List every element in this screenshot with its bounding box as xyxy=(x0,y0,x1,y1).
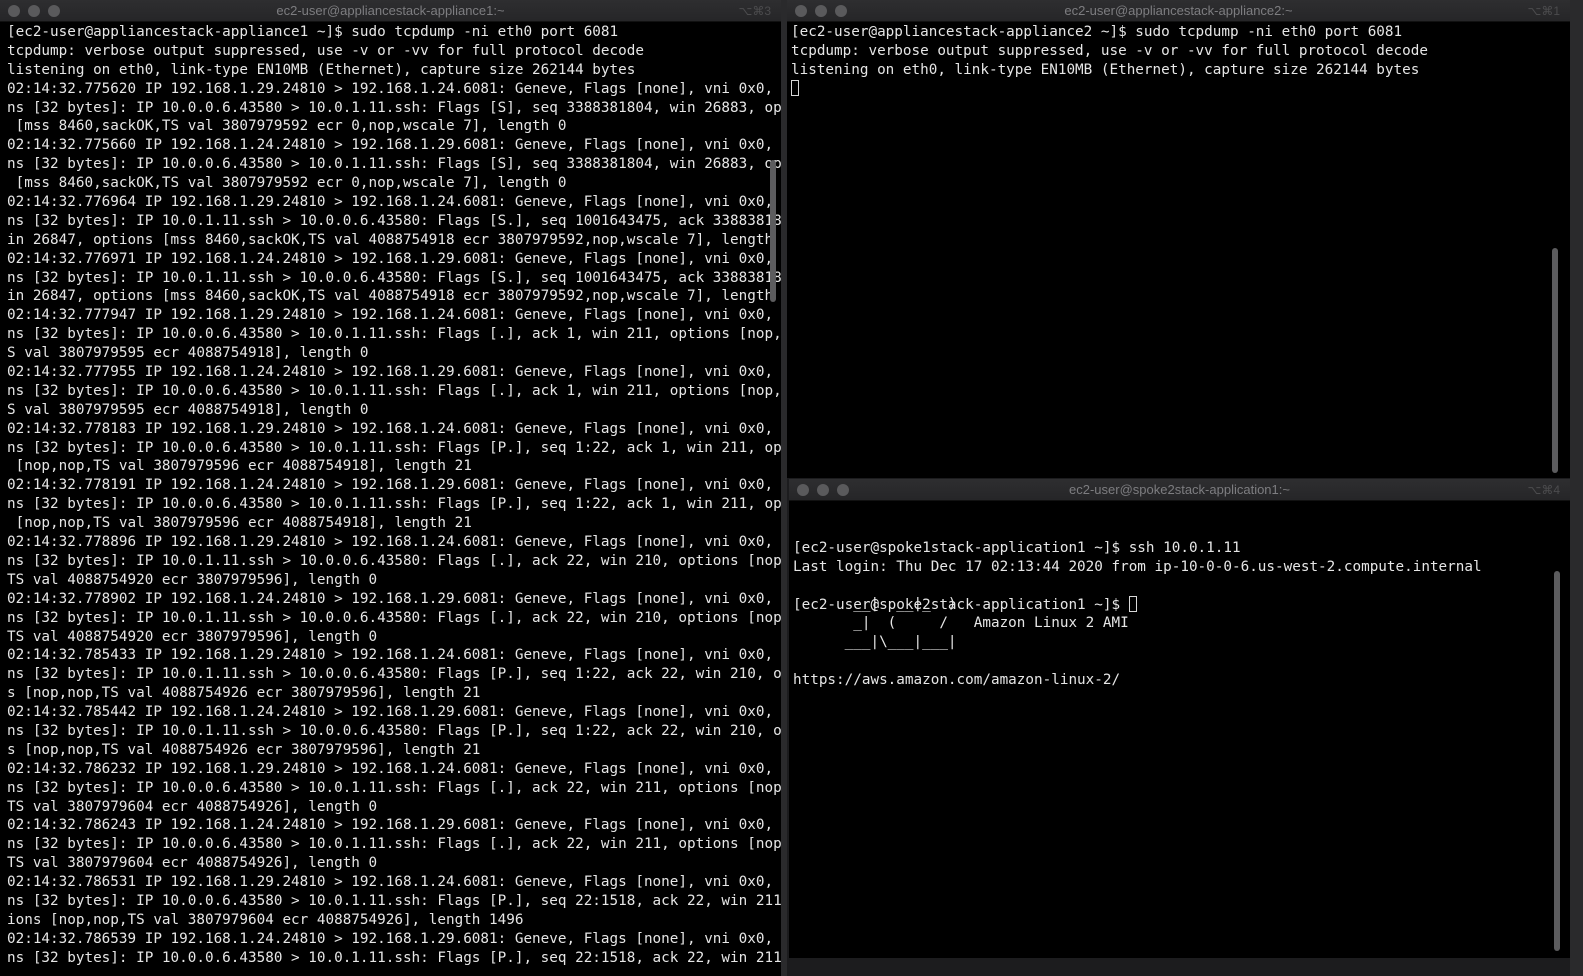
terminal-line: ns [32 bytes]: IP 10.0.1.11.ssh > 10.0.0… xyxy=(7,609,781,626)
terminal-line: 02:14:32.775620 IP 192.168.1.29.24810 > … xyxy=(7,80,781,97)
terminal-line: ns [32 bytes]: IP 10.0.1.11.ssh > 10.0.0… xyxy=(7,722,781,739)
terminal-output[interactable]: [ec2-user@appliancestack-appliance2 ~]$ … xyxy=(791,23,1428,99)
terminal-line: ___|\___|___| xyxy=(793,634,957,651)
terminal-line: [nop,nop,TS val 3807979596 ecr 408875491… xyxy=(7,458,472,475)
terminal-line: ns [32 bytes]: IP 10.0.0.6.43580 > 10.0.… xyxy=(7,156,781,173)
terminal-line: ns [32 bytes]: IP 10.0.0.6.43580 > 10.0.… xyxy=(7,496,781,513)
terminal-window-appliance2[interactable]: ec2-user@appliancestack-appliance2:~ ⌥⌘1… xyxy=(787,0,1570,478)
scrollbar-thumb[interactable] xyxy=(770,160,776,302)
terminal-window-appliance1[interactable]: ec2-user@appliancestack-appliance1:~ ⌥⌘3… xyxy=(0,0,781,976)
window-titlebar[interactable]: ec2-user@appliancestack-appliance1:~ ⌥⌘3 xyxy=(0,0,781,22)
terminal-output[interactable]: [ec2-user@spoke1stack-application1 ~]$ s… xyxy=(793,501,1482,688)
shell-prompt: [ec2-user@spoke2stack-application1 ~]$ xyxy=(793,596,1129,613)
terminal-line: S val 3807979595 ecr 4088754918], length… xyxy=(7,345,369,362)
terminal-line: 02:14:32.778191 IP 192.168.1.24.24810 > … xyxy=(7,477,781,494)
terminal-line: https://aws.amazon.com/amazon-linux-2/ xyxy=(793,672,1121,689)
terminal-line: tcpdump: verbose output suppressed, use … xyxy=(7,42,644,59)
terminal-line: 02:14:32.776971 IP 192.168.1.24.24810 > … xyxy=(7,250,781,267)
terminal-line: [mss 8460,sackOK,TS val 3807979592 ecr 0… xyxy=(7,175,567,192)
terminal-line: s [nop,nop,TS val 4088754926 ecr 3807979… xyxy=(7,685,481,702)
terminal-line: [ec2-user@spoke1stack-application1 ~]$ s… xyxy=(793,539,1241,556)
terminal-output[interactable]: [ec2-user@appliancestack-appliance1 ~]$ … xyxy=(7,23,781,968)
terminal-line: 02:14:32.785433 IP 192.168.1.29.24810 > … xyxy=(7,647,781,664)
terminal-line: 02:14:32.786232 IP 192.168.1.29.24810 > … xyxy=(7,760,781,777)
pane-divider-horizontal[interactable] xyxy=(787,958,1570,976)
terminal-line: 02:14:32.778183 IP 192.168.1.29.24810 > … xyxy=(7,420,781,437)
terminal-line: S val 3807979595 ecr 4088754918], length… xyxy=(7,401,369,418)
terminal-line: 02:14:32.785442 IP 192.168.1.24.24810 > … xyxy=(7,704,781,721)
terminal-line: TS val 3807979604 ecr 4088754926], lengt… xyxy=(7,855,378,872)
scrollbar-thumb[interactable] xyxy=(1552,248,1558,473)
terminal-line: 02:14:32.777955 IP 192.168.1.24.24810 > … xyxy=(7,364,781,381)
terminal-line: [ec2-user@appliancestack-appliance1 ~]$ … xyxy=(7,24,619,40)
terminal-window-application1[interactable]: ec2-user@spoke2stack-application1:~ ⌥⌘4 … xyxy=(789,479,1570,958)
terminal-line: ns [32 bytes]: IP 10.0.0.6.43580 > 10.0.… xyxy=(7,326,781,343)
terminal-line: s [nop,nop,TS val 4088754926 ecr 3807979… xyxy=(7,741,481,758)
terminal-line: 02:14:32.786539 IP 192.168.1.24.24810 > … xyxy=(7,930,781,947)
terminal-line: TS val 4088754920 ecr 3807979596], lengt… xyxy=(7,628,378,645)
window-shortcut: ⌥⌘1 xyxy=(1527,4,1560,18)
terminal-line: TS val 4088754920 ecr 3807979596], lengt… xyxy=(7,571,378,588)
window-shortcut: ⌥⌘4 xyxy=(1527,483,1560,497)
terminal-line: tcpdump: verbose output suppressed, use … xyxy=(791,42,1428,59)
right-edge-strip xyxy=(1570,0,1583,976)
text-cursor xyxy=(791,79,799,96)
terminal-prompt-line[interactable]: [ec2-user@spoke2stack-application1 ~]$ xyxy=(793,595,1482,615)
terminal-line: Last login: Thu Dec 17 02:13:44 2020 fro… xyxy=(793,558,1482,575)
window-title: ec2-user@spoke2stack-application1:~ xyxy=(1069,482,1290,497)
terminal-line: listening on eth0, link-type EN10MB (Eth… xyxy=(791,61,1420,78)
terminal-line: ns [32 bytes]: IP 10.0.0.6.43580 > 10.0.… xyxy=(7,99,781,116)
terminal-line: ns [32 bytes]: IP 10.0.0.6.43580 > 10.0.… xyxy=(7,892,781,909)
terminal-line: ns [32 bytes]: IP 10.0.1.11.ssh > 10.0.0… xyxy=(7,666,781,683)
terminal-line: in 26847, options [mss 8460,sackOK,TS va… xyxy=(7,231,781,248)
terminal-line: 02:14:32.778896 IP 192.168.1.29.24810 > … xyxy=(7,534,781,551)
terminal-line: 02:14:32.786531 IP 192.168.1.29.24810 > … xyxy=(7,874,781,891)
terminal-line: ns [32 bytes]: IP 10.0.0.6.43580 > 10.0.… xyxy=(7,949,781,966)
terminal-line: ns [32 bytes]: IP 10.0.0.6.43580 > 10.0.… xyxy=(7,836,781,853)
terminal-line: 02:14:32.776964 IP 192.168.1.29.24810 > … xyxy=(7,194,781,211)
terminal-line: 02:14:32.777947 IP 192.168.1.29.24810 > … xyxy=(7,307,781,324)
text-cursor xyxy=(1128,595,1137,612)
terminal-line: in 26847, options [mss 8460,sackOK,TS va… xyxy=(7,288,781,305)
terminal-line: [ec2-user@appliancestack-appliance2 ~]$ … xyxy=(791,24,1403,40)
terminal-line: 02:14:32.778902 IP 192.168.1.24.24810 > … xyxy=(7,590,781,607)
terminal-line: ions [nop,nop,TS val 3807979604 ecr 4088… xyxy=(7,911,524,928)
terminal-line: 02:14:32.786243 IP 192.168.1.24.24810 > … xyxy=(7,817,781,834)
terminal-lines: [ec2-user@spoke1stack-application1 ~]$ s… xyxy=(793,539,1482,688)
terminal-line: [nop,nop,TS val 3807979596 ecr 408875491… xyxy=(7,515,472,532)
terminal-prompt-line[interactable] xyxy=(791,79,1428,99)
terminal-line: ns [32 bytes]: IP 10.0.1.11.ssh > 10.0.0… xyxy=(7,212,781,229)
terminal-line: TS val 3807979604 ecr 4088754926], lengt… xyxy=(7,798,378,815)
terminal-line: ns [32 bytes]: IP 10.0.1.11.ssh > 10.0.0… xyxy=(7,552,781,569)
window-titlebar[interactable]: ec2-user@appliancestack-appliance2:~ ⌥⌘1 xyxy=(787,0,1570,22)
window-shortcut: ⌥⌘3 xyxy=(738,4,771,18)
terminal-line: ns [32 bytes]: IP 10.0.0.6.43580 > 10.0.… xyxy=(7,382,781,399)
window-titlebar[interactable]: ec2-user@spoke2stack-application1:~ ⌥⌘4 xyxy=(789,479,1570,501)
window-title: ec2-user@appliancestack-appliance1:~ xyxy=(276,3,505,18)
window-title: ec2-user@appliancestack-appliance2:~ xyxy=(1064,3,1293,18)
terminal-line: listening on eth0, link-type EN10MB (Eth… xyxy=(7,61,636,78)
terminal-line: 02:14:32.775660 IP 192.168.1.24.24810 > … xyxy=(7,137,781,154)
terminal-line: [mss 8460,sackOK,TS val 3807979592 ecr 0… xyxy=(7,118,567,135)
terminal-line: ns [32 bytes]: IP 10.0.0.6.43580 > 10.0.… xyxy=(7,779,781,796)
scrollbar-thumb[interactable] xyxy=(1554,571,1560,951)
terminal-line: _| ( / Amazon Linux 2 AMI xyxy=(793,615,1129,632)
terminal-line: ns [32 bytes]: IP 10.0.1.11.ssh > 10.0.0… xyxy=(7,269,781,286)
terminal-line: ns [32 bytes]: IP 10.0.0.6.43580 > 10.0.… xyxy=(7,439,781,456)
